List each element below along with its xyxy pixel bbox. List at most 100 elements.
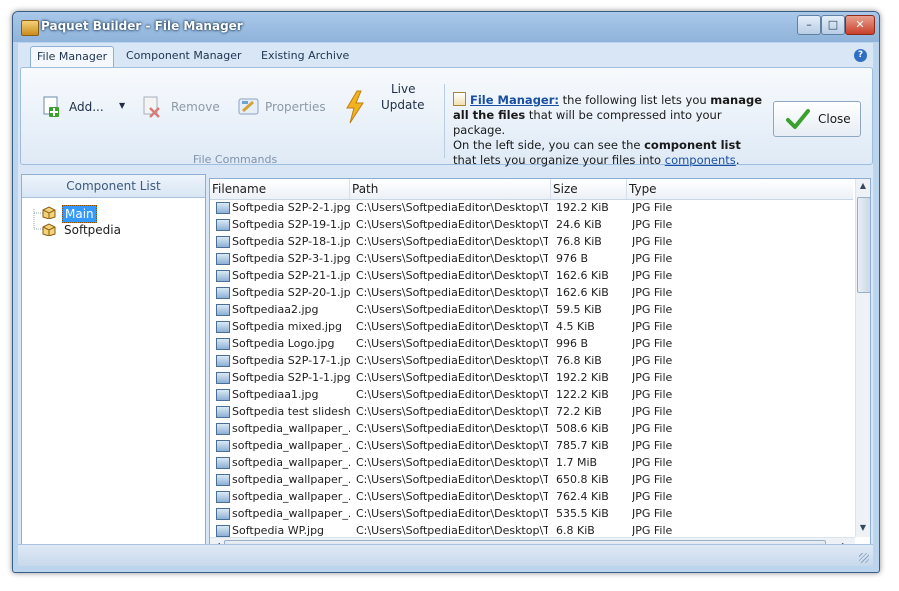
image-file-icon [216, 321, 230, 333]
minimize-button[interactable]: – [797, 15, 821, 35]
file-list-view: Filename Path Size Type Softpedia S2P-2-… [209, 178, 871, 557]
cell-type: JPG File [632, 235, 673, 248]
image-file-icon [216, 491, 230, 503]
cell-type: JPG File [632, 218, 673, 231]
cell-size: 6.8 KiB [556, 524, 595, 537]
cell-path: C:\Users\SoftpediaEditor\Desktop\T... [356, 354, 548, 367]
table-row[interactable]: softpedia_wallpaper_... C:\Users\Softpedi… [210, 420, 853, 437]
table-row[interactable]: Softpedia S2P-1-1.jpg C:\Users\SoftpediaE… [210, 369, 853, 386]
cell-size: 1.7 MiB [556, 456, 598, 469]
table-row[interactable]: Softpedia S2P-17-1.jpg C:\Users\Softpedia… [210, 352, 853, 369]
column-header-filename[interactable]: Filename [210, 179, 350, 199]
table-row[interactable]: Softpedia WP.jpg C:\Users\SoftpediaEditor… [210, 522, 853, 537]
cell-size: 192.2 KiB [556, 371, 609, 384]
add-button[interactable]: Add... ▼ [37, 96, 129, 122]
cell-filename: softpedia_wallpaper_... [232, 473, 350, 486]
resize-grip-icon[interactable] [859, 553, 869, 563]
cell-filename: Softpedia Logo.jpg [232, 337, 335, 350]
status-bar [18, 544, 873, 566]
table-row[interactable]: Softpedia mixed.jpg C:\Users\SoftpediaEdi… [210, 318, 853, 335]
cell-filename: Softpedia mixed.jpg [232, 320, 342, 333]
cell-path: C:\Users\SoftpediaEditor\Desktop\T... [356, 422, 548, 435]
live-update-label-line1: Live [391, 82, 416, 96]
cell-path: C:\Users\SoftpediaEditor\Desktop\T... [356, 269, 548, 282]
cell-type: JPG File [632, 507, 673, 520]
cell-filename: Softpediaa2.jpg [232, 303, 319, 316]
image-file-icon [216, 457, 230, 469]
table-row[interactable]: Softpedia test slidesh... C:\Users\Softpe… [210, 403, 853, 420]
cell-size: 785.7 KiB [556, 439, 609, 452]
cell-path: C:\Users\SoftpediaEditor\Desktop\T... [356, 320, 548, 333]
cell-path: C:\Users\SoftpediaEditor\Desktop\T... [356, 371, 548, 384]
file-commands-group-label: File Commands [193, 153, 278, 166]
table-row[interactable]: Softpedia Logo.jpg C:\Users\SoftpediaEdit… [210, 335, 853, 352]
info-text-1: the following list lets you [559, 93, 711, 107]
cell-filename: Softpedia S2P-2-1.jpg [232, 201, 350, 214]
help-icon[interactable]: ? [854, 49, 867, 62]
cell-path: C:\Users\SoftpediaEditor\Desktop\T... [356, 252, 548, 265]
table-row[interactable]: softpedia_wallpaper_... C:\Users\Softpedi… [210, 454, 853, 471]
column-header-type[interactable]: Type [627, 179, 853, 199]
table-row[interactable]: Softpedia S2P-3-1.jpg C:\Users\SoftpediaE… [210, 250, 853, 267]
remove-file-icon [143, 96, 160, 118]
maximize-button[interactable]: □ [821, 15, 845, 35]
cell-size: 59.5 KiB [556, 303, 602, 316]
vertical-scroll-thumb[interactable] [857, 197, 870, 293]
column-header-path[interactable]: Path [350, 179, 551, 199]
file-manager-link[interactable]: File Manager: [470, 93, 559, 107]
add-label: Add... [69, 100, 104, 114]
cell-path: C:\Users\SoftpediaEditor\Desktop\T... [356, 286, 548, 299]
tab-component-manager[interactable]: Component Manager [120, 46, 248, 66]
add-dropdown-arrow-icon[interactable]: ▼ [119, 101, 125, 110]
live-update-button[interactable]: Live Update [343, 82, 429, 132]
cell-size: 508.6 KiB [556, 422, 609, 435]
table-row[interactable]: softpedia_wallpaper_... C:\Users\Softpedi… [210, 488, 853, 505]
table-row[interactable]: Softpedia S2P-21-1.jpg C:\Users\Softpedia… [210, 267, 853, 284]
cell-type: JPG File [632, 422, 673, 435]
table-row[interactable]: Softpedia S2P-18-1.jpg C:\Users\Softpedia… [210, 233, 853, 250]
components-link[interactable]: components [665, 153, 736, 167]
lightning-icon [346, 90, 364, 124]
cell-type: JPG File [632, 303, 673, 316]
cell-filename: Softpediaa1.jpg [232, 388, 319, 401]
image-file-icon [216, 525, 230, 537]
table-row[interactable]: softpedia_wallpaper_... C:\Users\Softpedi… [210, 505, 853, 522]
cell-path: C:\Users\SoftpediaEditor\Desktop\T... [356, 337, 548, 350]
cell-size: 535.5 KiB [556, 507, 609, 520]
table-row[interactable]: Softpedia S2P-20-1.jpg C:\Users\Softpedia… [210, 284, 853, 301]
close-label: Close [818, 112, 851, 126]
table-row[interactable]: Softpediaa2.jpg C:\Users\SoftpediaEditor\… [210, 301, 853, 318]
table-row[interactable]: Softpediaa1.jpg C:\Users\SoftpediaEditor\… [210, 386, 853, 403]
cell-type: JPG File [632, 405, 673, 418]
image-file-icon [216, 236, 230, 248]
package-icon [42, 223, 56, 236]
cell-path: C:\Users\SoftpediaEditor\Desktop\T... [356, 201, 548, 214]
tree-item-label: Main [62, 205, 97, 223]
vertical-scrollbar[interactable]: ▲ ▼ [855, 179, 870, 537]
add-file-icon [43, 96, 59, 117]
table-row[interactable]: softpedia_wallpaper_... C:\Users\Softpedi… [210, 437, 853, 454]
tab-file-manager[interactable]: File Manager [30, 46, 115, 67]
table-row[interactable]: Softpedia S2P-19-1.jpg C:\Users\Softpedia… [210, 216, 853, 233]
tab-existing-archive[interactable]: Existing Archive [255, 46, 355, 66]
remove-button[interactable]: Remove [141, 96, 225, 122]
file-list-header: Filename Path Size Type [210, 179, 853, 200]
scroll-up-icon[interactable]: ▲ [858, 181, 868, 190]
table-row[interactable]: Softpedia S2P-2-1.jpg C:\Users\SoftpediaE… [210, 199, 853, 216]
scroll-down-icon[interactable]: ▼ [858, 523, 868, 532]
cell-size: 162.6 KiB [556, 286, 609, 299]
properties-button[interactable]: Properties [237, 96, 331, 122]
table-row[interactable]: softpedia_wallpaper_... C:\Users\Softpedi… [210, 471, 853, 488]
cell-filename: softpedia_wallpaper_... [232, 439, 350, 452]
title-bar[interactable]: Paquet Builder - File Manager – □ ✕ [13, 12, 879, 42]
ribbon-divider [444, 84, 445, 158]
cell-size: 72.2 KiB [556, 405, 602, 418]
column-header-size[interactable]: Size [551, 179, 627, 199]
image-file-icon [216, 389, 230, 401]
tree-item-label: Softpedia [64, 223, 121, 237]
image-file-icon [216, 355, 230, 367]
cell-path: C:\Users\SoftpediaEditor\Desktop\T... [356, 439, 548, 452]
info-bold-2: component list [644, 138, 741, 152]
window-close-button[interactable]: ✕ [845, 15, 875, 35]
close-button[interactable]: Close [773, 101, 861, 137]
